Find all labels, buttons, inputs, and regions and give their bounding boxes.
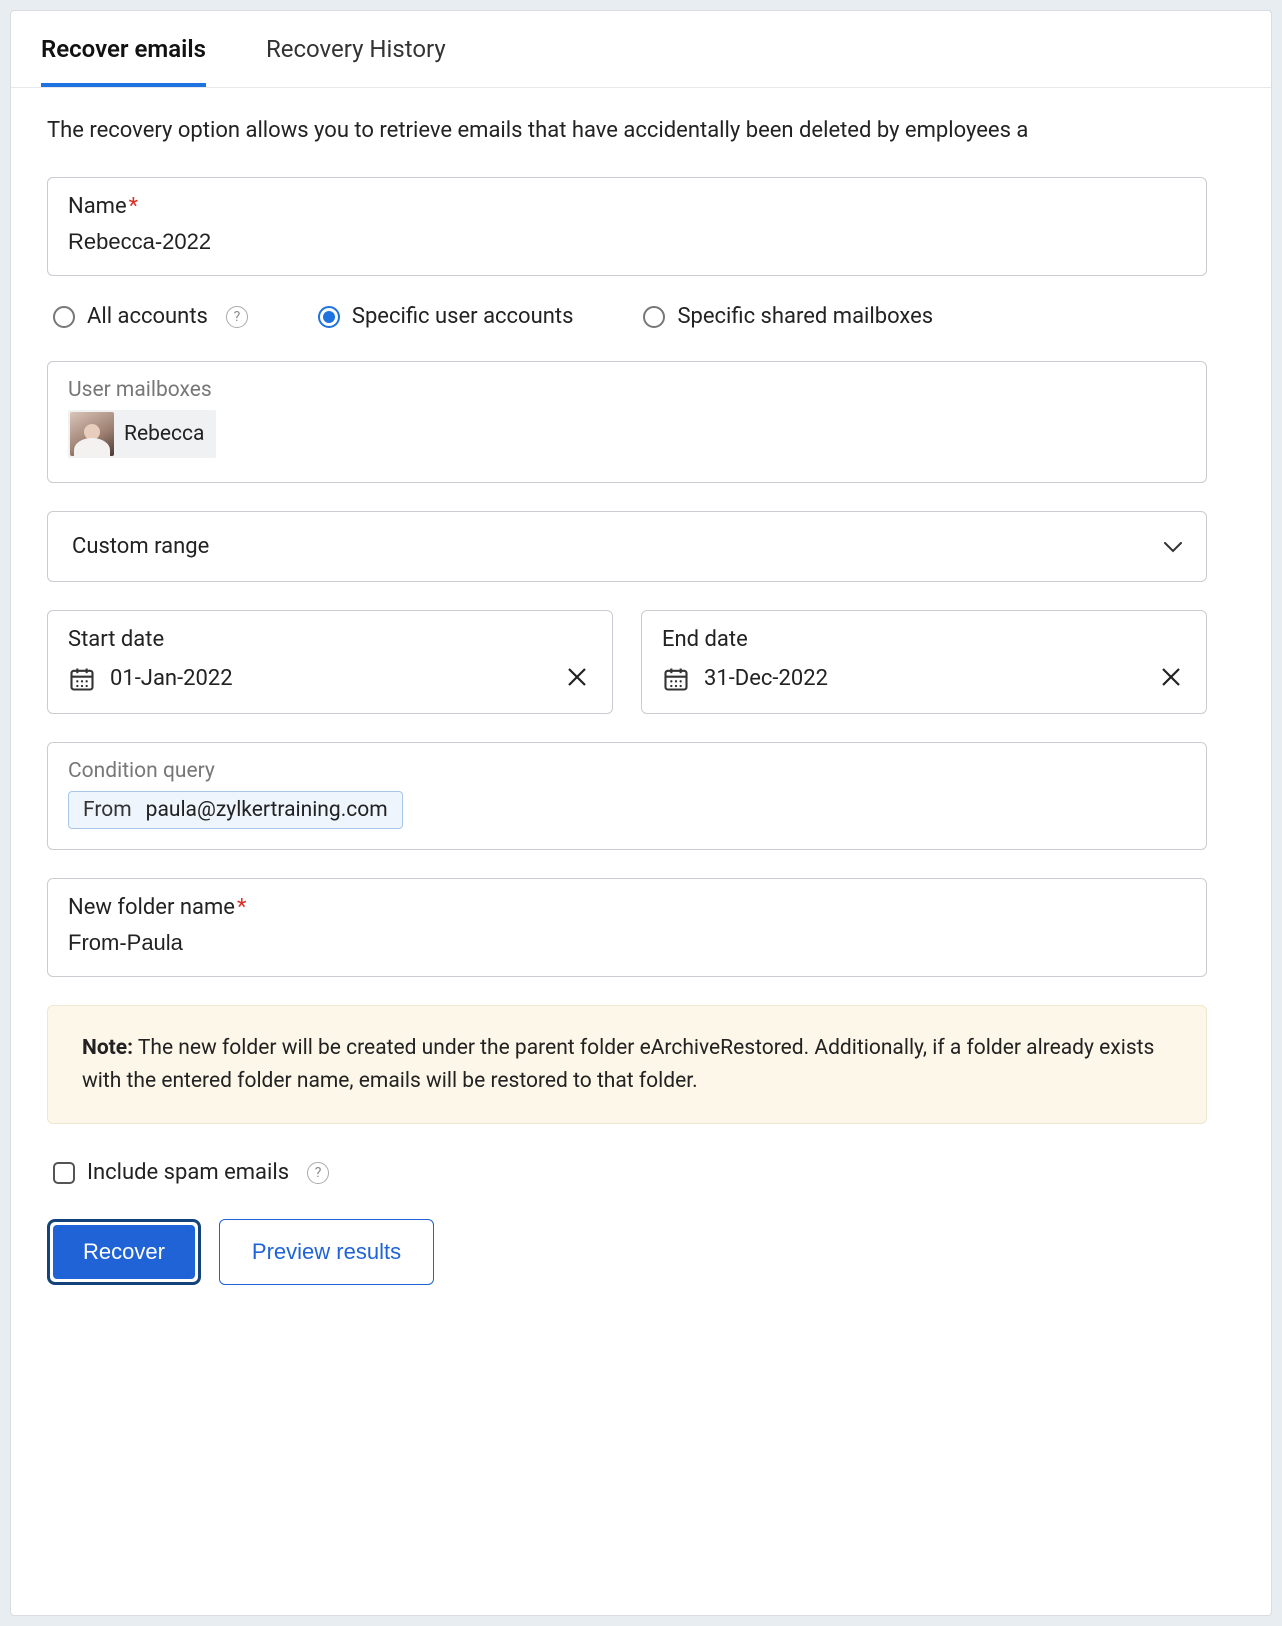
start-date-field[interactable]: Start date 01-Jan-2022 — [47, 610, 613, 714]
user-chip-name: Rebecca — [124, 422, 204, 446]
start-date-label: Start date — [68, 627, 592, 652]
required-asterisk: * — [237, 895, 246, 920]
date-range-value: Custom range — [72, 534, 209, 559]
calendar-icon — [68, 665, 96, 693]
folder-name-field[interactable]: New folder name* — [47, 878, 1207, 977]
calendar-icon — [662, 665, 690, 693]
tab-recovery-history[interactable]: Recovery History — [266, 11, 446, 87]
user-mailboxes-label: User mailboxes — [68, 378, 1186, 402]
end-date-value: 31-Dec-2022 — [704, 666, 828, 691]
radio-specific-shared[interactable]: Specific shared mailboxes — [643, 304, 933, 329]
radio-specific-shared-label: Specific shared mailboxes — [677, 304, 933, 329]
include-spam-label: Include spam emails — [87, 1160, 289, 1185]
name-label-text: Name — [68, 194, 127, 219]
recovery-panel: Recover emails Recovery History The reco… — [10, 10, 1272, 1616]
action-buttons: Recover Preview results — [47, 1219, 1271, 1285]
tab-recover-emails[interactable]: Recover emails — [41, 11, 206, 87]
note-box: Note: The new folder will be created und… — [47, 1005, 1207, 1124]
condition-chip[interactable]: From paula@zylkertraining.com — [68, 791, 403, 829]
name-field[interactable]: Name* — [47, 177, 1207, 276]
description-text: The recovery option allows you to retrie… — [47, 118, 1271, 143]
recover-button[interactable]: Recover — [53, 1225, 195, 1279]
radio-specific-users-label: Specific user accounts — [352, 304, 574, 329]
radio-all-accounts-label: All accounts — [87, 304, 208, 329]
end-date-label: End date — [662, 627, 1186, 652]
required-asterisk: * — [129, 194, 138, 219]
date-row: Start date 01-Jan-2022 End date — [47, 610, 1207, 714]
user-mailboxes-field[interactable]: User mailboxes Rebecca — [47, 361, 1207, 483]
radio-dot-icon — [323, 311, 335, 323]
condition-key: From — [83, 798, 132, 822]
condition-label: Condition query — [68, 759, 1186, 783]
help-icon[interactable]: ? — [307, 1162, 329, 1184]
avatar-icon — [70, 412, 114, 456]
include-spam-row[interactable]: Include spam emails ? — [53, 1160, 1271, 1185]
end-date-field[interactable]: End date 31-Dec-2022 — [641, 610, 1207, 714]
radio-circle-icon — [643, 306, 665, 328]
radio-circle-icon — [53, 306, 75, 328]
radio-specific-users[interactable]: Specific user accounts — [318, 304, 574, 329]
checkbox-icon[interactable] — [53, 1162, 75, 1184]
user-chip[interactable]: Rebecca — [68, 410, 216, 458]
clear-end-date-icon[interactable] — [1156, 662, 1186, 695]
folder-name-label: New folder name* — [68, 895, 1186, 920]
preview-results-button[interactable]: Preview results — [219, 1219, 434, 1285]
note-body: The new folder will be created under the… — [82, 1036, 1154, 1093]
radio-all-accounts[interactable]: All accounts ? — [53, 304, 248, 329]
name-label: Name* — [68, 194, 1186, 219]
account-scope-radios: All accounts ? Specific user accounts Sp… — [53, 304, 1271, 329]
condition-value: paula@zylkertraining.com — [146, 798, 388, 822]
clear-start-date-icon[interactable] — [562, 662, 592, 695]
form-content: The recovery option allows you to retrie… — [11, 88, 1271, 1315]
folder-name-input[interactable] — [68, 930, 1186, 956]
folder-name-label-text: New folder name — [68, 895, 235, 920]
name-input[interactable] — [68, 229, 1186, 255]
help-icon[interactable]: ? — [226, 306, 248, 328]
recover-button-focus-ring: Recover — [47, 1219, 201, 1285]
tabs: Recover emails Recovery History — [11, 11, 1271, 88]
note-prefix: Note: — [82, 1036, 133, 1060]
start-date-value: 01-Jan-2022 — [110, 666, 233, 691]
radio-circle-checked-icon — [318, 306, 340, 328]
condition-query-field[interactable]: Condition query From paula@zylkertrainin… — [47, 742, 1207, 850]
chevron-down-icon — [1164, 535, 1182, 559]
date-range-select[interactable]: Custom range — [47, 511, 1207, 582]
